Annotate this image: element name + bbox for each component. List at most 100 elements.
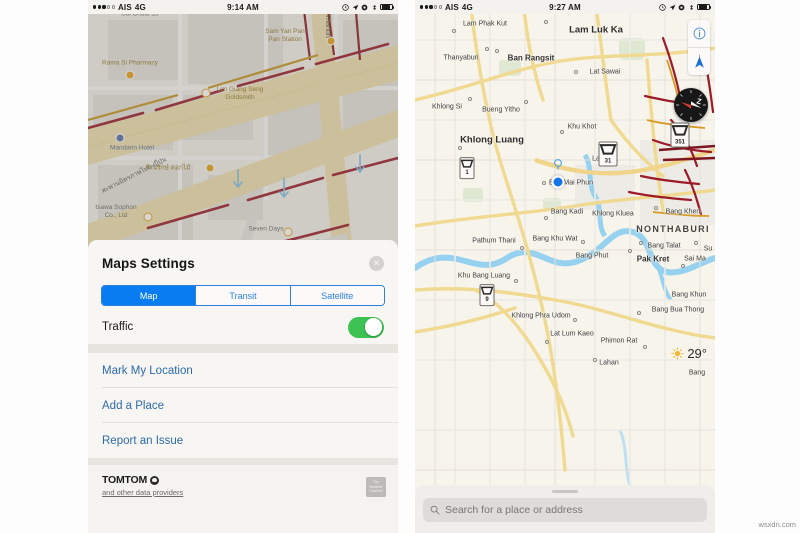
place-dot [573,318,577,322]
place-label: Khlong Phra Udom [511,312,571,320]
traffic-label: Traffic [102,321,134,333]
shield-number: 1 [465,170,469,177]
place-dot [514,279,518,283]
place-label: Lam Phak Kut [463,20,507,28]
maps-settings-sheet: Maps Settings ✕ Map Transit Satellite Tr… [88,240,398,533]
place-dot [495,49,499,53]
place-dot [643,345,647,349]
place-dot [544,20,548,24]
sun-icon [671,347,684,360]
settings-card: Maps Settings ✕ Map Transit Satellite Tr… [88,240,398,533]
place-label: Bang Khu Wat [532,235,578,243]
shield-number: 31 [604,158,612,165]
place-dot [681,264,685,268]
data-attribution: TOMTOM and other data providers The Weat… [88,465,398,533]
segment-transit[interactable]: Transit [196,286,291,305]
right-status-bar: AIS 4G 9:27 AM [415,0,715,14]
place-dot [581,240,585,244]
alarm-icon [342,3,349,11]
tomtom-logo: TOMTOM [102,474,384,486]
place-dot [542,181,546,185]
place-label: Lat Sawai [589,68,621,76]
place-dot [639,241,643,245]
traffic-toggle[interactable] [348,316,384,338]
weather-channel-label: The Weather Channel [369,480,383,494]
place-label: Khlong Luang [460,134,524,146]
weather-channel-logo: The Weather Channel [366,477,386,497]
search-placeholder: Search for a place or address [445,504,583,516]
place-label: Pathum Thani [472,237,516,245]
place-label: Pak Kret [636,254,670,264]
place-label: Bang Bua Thong [651,306,705,314]
crown-icon [460,159,474,168]
bluetooth-icon [689,4,693,10]
actions-list: Mark My Location Add a Place Report an I… [88,353,398,458]
place-label: Bang [688,369,706,377]
section-divider [88,458,398,465]
place-dot [520,246,524,250]
crown-icon [599,144,617,155]
alarm-icon [659,3,666,11]
navigation-arrow-icon [694,54,704,68]
other-data-providers-link[interactable]: and other data providers [102,488,384,497]
weather-badge[interactable]: 29° [671,346,707,361]
place-dot [458,146,462,150]
place-label: Bang Phut [575,252,609,260]
place-dot [468,97,472,101]
location-arrow-icon [352,4,358,10]
sheet-grabber[interactable] [552,490,578,493]
place-label: Bang Khen [665,208,701,216]
place-label: Lat Lum Kaeo [550,330,594,338]
highway-shield[interactable]: 31 [598,141,618,167]
place-dot [694,241,698,245]
add-a-place-link[interactable]: Add a Place [88,388,398,423]
left-status-bar: AIS 4G 9:14 AM [88,0,398,14]
place-label: Bang Kadi [550,208,584,216]
place-label: Lam Luk Ka [569,24,623,36]
compass-icon: Z [674,88,708,122]
close-icon[interactable]: ✕ [369,255,384,271]
place-label: Lahan [599,359,619,367]
locate-button[interactable] [688,47,710,75]
highway-shield[interactable]: 9 [479,284,495,306]
site-watermark: wsxdn.com [758,520,796,529]
right-map-vector [415,0,715,533]
search-input[interactable]: Search for a place or address [423,498,707,522]
map-controls [688,20,710,75]
map-type-segmented-control[interactable]: Map Transit Satellite [101,285,385,306]
left-phone-screen: Rama Si Pharmacy Sam Yan Pan Pan Station … [88,0,398,533]
compass[interactable]: Z [674,88,708,122]
place-label: Khlong Kluea [592,210,634,218]
place-dot [628,249,632,253]
rotation-lock-icon [361,4,368,10]
search-sheet: Search for a place or address [415,485,715,533]
place-dot [574,70,578,74]
place-dot [545,340,549,344]
report-an-issue-link[interactable]: Report an Issue [88,423,398,458]
place-dot [593,358,597,362]
place-label: Bang Khun [671,291,707,299]
segment-map[interactable]: Map [102,286,197,305]
tomtom-mark-icon [150,475,160,485]
segment-satellite[interactable]: Satellite [290,286,384,305]
info-icon [693,27,705,40]
place-dot [544,216,548,220]
bluetooth-icon [372,4,376,10]
place-dot [524,100,528,104]
place-label: Phimon Rat [600,337,638,345]
screenshot-root: Rama Si Pharmacy Sam Yan Pan Pan Station … [0,0,800,533]
place-label: Bang Talat [647,242,681,250]
temperature-label: 29° [687,346,707,361]
section-divider [88,344,398,353]
right-map-canvas[interactable]: Lam Phak Kut Lam Luk Ka Thanyaburi Ban R… [415,0,715,533]
place-dot [637,311,641,315]
info-button[interactable] [688,20,710,47]
mark-my-location-link[interactable]: Mark My Location [88,353,398,388]
highway-shield[interactable]: 351 [670,122,690,148]
user-location-dot [551,175,565,189]
search-icon [430,505,440,515]
place-label: Bueng Yitho [482,106,520,114]
settings-header: Maps Settings ✕ [88,250,398,276]
highway-shield[interactable]: 1 [459,157,475,179]
traffic-row: Traffic [88,310,398,344]
